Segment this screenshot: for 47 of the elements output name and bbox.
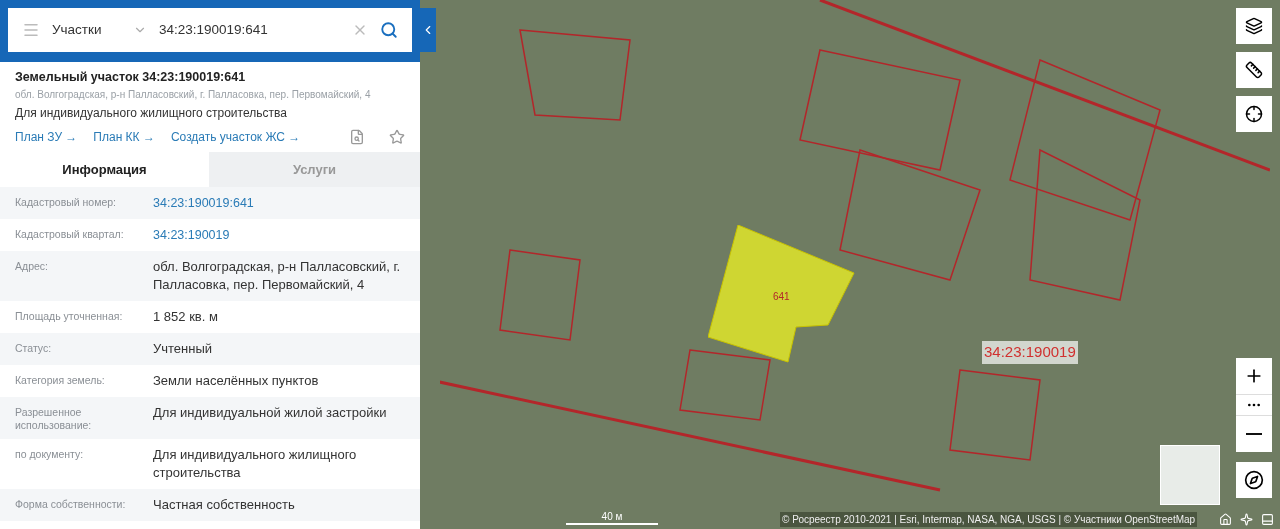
field-label: Площадь уточненная: (15, 309, 124, 324)
minus-icon (1246, 433, 1262, 435)
ruler-button[interactable] (1236, 52, 1272, 88)
location-icon (1245, 105, 1263, 123)
document-search-icon[interactable] (349, 129, 365, 145)
search-icon[interactable] (380, 21, 398, 39)
field-label: Адрес: (15, 259, 49, 274)
plan-link[interactable]: Создать участок ЖС → (170, 128, 301, 146)
compass-button[interactable] (1236, 462, 1272, 498)
field-value: Учтенный (153, 340, 213, 358)
scale-bar: 40 м (566, 511, 658, 525)
search-field[interactable]: 34:23:190019:641 (159, 19, 340, 41)
layers-button[interactable] (1236, 8, 1272, 44)
sparkle-icon[interactable] (1240, 513, 1253, 526)
tab[interactable]: Услуги (209, 152, 420, 187)
cadastral-quarter-label: 34:23:190019 (982, 341, 1078, 364)
parcel-address: обл. Волгоградская, р-н Палласовский, г. Палласовка, пер. Первомайский, 4 (15, 88, 372, 102)
field-link[interactable]: 34:23:190019:641 (153, 194, 254, 212)
plan-link[interactable]: План ЗУ → (15, 128, 78, 146)
map-attribution: © Росреестр 2010-2021 | Esri, Intermap, NASA, NGA, USGS | © Участники OpenStreetMap (780, 512, 1198, 527)
field-value: обл. Волгоградская, р-н Палласовский, г. Палласовка, пер. Первомайский, 4 (153, 258, 402, 294)
compass-icon (1244, 470, 1264, 490)
field-label: Кадастровый квартал: (15, 227, 125, 242)
parcel-purpose: Для индивидуального жилищного строительства (15, 105, 288, 121)
ruler-icon (1245, 61, 1263, 79)
satellite-map[interactable]: 641 34:23:190019 40 м © Росреестр 2010-2021 | Esri, Intermap, NASA, NGA, USGS | © Участники OpenStreetMap (420, 0, 1280, 529)
window-icon[interactable] (1261, 513, 1274, 526)
parcel-title: Земельный участок 34:23:190019:641 (15, 69, 247, 85)
field-value: Для индивидуального жилищного строительства (153, 446, 358, 482)
field-label: Форма собственности: (15, 497, 127, 512)
plan-link[interactable]: План КК → (93, 128, 155, 146)
field-label: Разрешенное использование: (15, 405, 93, 432)
parcel-number: 641 (773, 290, 790, 304)
field-value: 1 852 кв. м (153, 308, 218, 326)
field-value: Земли населённых пунктов (153, 372, 319, 390)
favorite-icon[interactable] (389, 129, 405, 145)
location-button[interactable] (1236, 96, 1272, 132)
field-label: Кадастровый номер: (15, 195, 118, 210)
field-label: Статус: (15, 341, 53, 356)
field-label: Категория земель: (15, 373, 106, 388)
category-dropdown[interactable]: Участки (52, 19, 147, 41)
layers-icon (1245, 17, 1263, 35)
field-value: Частная собственность (153, 496, 295, 514)
home-icon[interactable] (1219, 513, 1232, 526)
field-link[interactable]: 34:23:190019 (153, 226, 230, 244)
field-value: Для индивидуальной жилой застройки (153, 404, 387, 422)
field-label: по документу: (15, 447, 85, 462)
